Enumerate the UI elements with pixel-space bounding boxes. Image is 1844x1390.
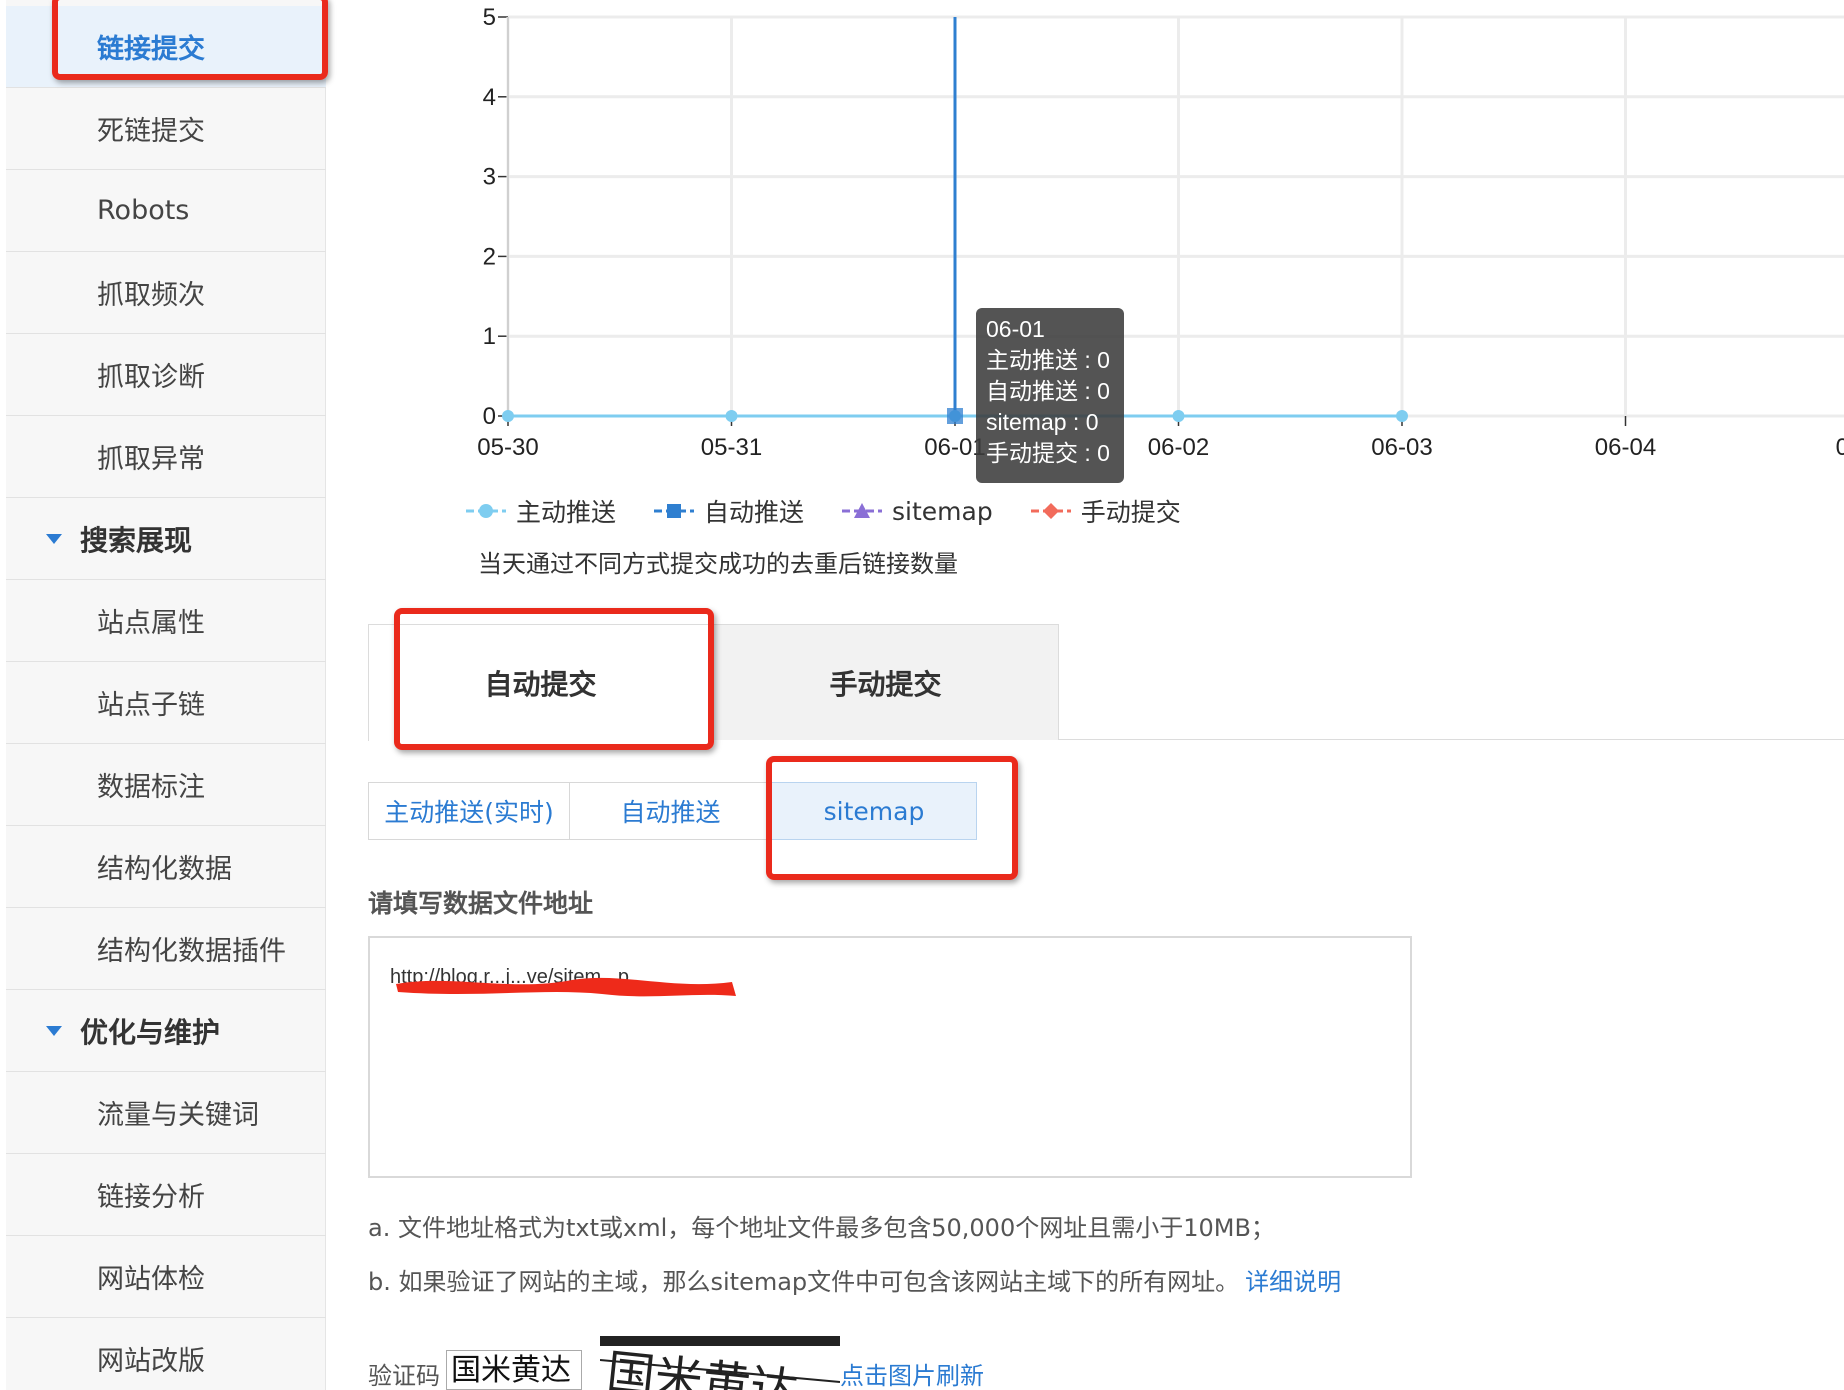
legend-label: 主动推送 bbox=[516, 498, 617, 527]
sitemap-url-label: 请填写数据文件地址 bbox=[368, 889, 594, 918]
y-tick-label: 2 bbox=[483, 243, 496, 270]
legend-item-sitemap[interactable]: sitemap bbox=[842, 497, 993, 526]
sidebar-item-label: 流量与关键词 bbox=[97, 1100, 259, 1131]
x-tick-label: 06 bbox=[1836, 434, 1844, 461]
y-tick-label: 4 bbox=[483, 84, 496, 111]
captcha-input[interactable]: 国米黄达 bbox=[446, 1350, 582, 1390]
x-tick-label: 05-30 bbox=[477, 434, 538, 461]
note-b: b. 如果验证了网站的主域，那么sitemap文件中可包含该网站主域下的所有网址… bbox=[368, 1262, 1341, 1297]
diamond-marker-icon bbox=[1030, 503, 1071, 519]
sidebar-item-traffic-keywords[interactable]: 流量与关键词 bbox=[6, 1072, 326, 1154]
captcha-image[interactable]: 国米黄达 bbox=[600, 1336, 840, 1390]
tooltip-line: 手动提交 : 0 bbox=[986, 440, 1110, 466]
tab-manual-submit[interactable]: 手动提交 bbox=[713, 624, 1059, 740]
chart-legend: 主动推送 自动推送 sitemap 手动提交 bbox=[466, 494, 1219, 528]
y-tick-label: 0 bbox=[483, 403, 496, 430]
y-tick-label: 5 bbox=[483, 4, 496, 31]
sidebar-item-label: 结构化数据插件 bbox=[97, 936, 286, 967]
legend-label: 自动推送 bbox=[704, 498, 805, 527]
triangle-marker-icon bbox=[842, 503, 883, 518]
sidebar-item-site-attributes[interactable]: 站点属性 bbox=[6, 580, 326, 662]
sidebar-item-structured-data-plugin[interactable]: 结构化数据插件 bbox=[6, 908, 326, 990]
tooltip-line: 主动推送 : 0 bbox=[986, 347, 1110, 373]
legend-label: sitemap bbox=[892, 496, 993, 526]
sidebar-item-label: 站点子链 bbox=[97, 690, 205, 721]
note-b-text: b. 如果验证了网站的主域，那么sitemap文件中可包含该网站主域下的所有网址… bbox=[368, 1268, 1240, 1296]
circle-marker-icon bbox=[466, 504, 506, 518]
tab-auto-submit[interactable]: 自动提交 bbox=[368, 624, 713, 741]
x-tick-label: 06-02 bbox=[1148, 434, 1209, 461]
auto-submit-subtabs: 主动推送(实时) 自动推送 sitemap bbox=[368, 782, 977, 840]
sidebar-section-label: 搜索展现 bbox=[80, 523, 193, 557]
data-point bbox=[725, 410, 738, 422]
data-point bbox=[1396, 410, 1408, 422]
triangle-down-icon bbox=[46, 533, 62, 544]
tooltip-line: 自动推送 : 0 bbox=[986, 378, 1110, 404]
sidebar-item-data-annotation[interactable]: 数据标注 bbox=[6, 744, 326, 826]
sidebar-item-label: 结构化数据 bbox=[97, 854, 232, 885]
legend-item-active-push[interactable]: 主动推送 bbox=[466, 493, 616, 529]
line-chart: 0 1 2 3 4 5 05-30 05-31 06-01 06-02 06-03 06-04 06 bbox=[477, 4, 1844, 461]
captcha-refresh-link[interactable]: 点击图片刷新 bbox=[840, 1356, 984, 1390]
subtab-sitemap[interactable]: sitemap bbox=[771, 782, 977, 840]
sidebar-item-label: 数据标注 bbox=[97, 772, 205, 803]
y-tick-label: 3 bbox=[483, 164, 496, 191]
captcha-image-graphic: 国米黄达 bbox=[600, 1346, 840, 1390]
square-marker-icon bbox=[654, 504, 695, 518]
legend-item-manual-submit[interactable]: 手动提交 bbox=[1030, 493, 1181, 529]
data-point bbox=[947, 408, 963, 424]
sidebar-item-label: 链接分析 bbox=[97, 1182, 205, 1213]
captcha-label: 验证码 bbox=[368, 1362, 440, 1390]
subtab-auto-push[interactable]: 自动推送 bbox=[570, 782, 772, 840]
tooltip-line: sitemap : 0 bbox=[986, 409, 1099, 435]
sidebar-item-site-sublinks[interactable]: 站点子链 bbox=[6, 662, 326, 744]
subtab-active-push[interactable]: 主动推送(实时) bbox=[368, 782, 570, 840]
legend-label: 手动提交 bbox=[1080, 498, 1181, 527]
tooltip-date: 06-01 bbox=[986, 316, 1045, 342]
note-a: a. 文件地址格式为txt或xml，每个地址文件最多包含50,000个网址且需小… bbox=[368, 1214, 1275, 1242]
triangle-down-icon bbox=[46, 1025, 62, 1036]
data-point bbox=[1172, 410, 1185, 422]
chart-tooltip: 06-01 主动推送 : 0 自动推送 : 0 sitemap : 0 手动提交… bbox=[976, 308, 1124, 483]
sidebar-section-label: 优化与维护 bbox=[80, 1015, 221, 1049]
chart-caption: 当天通过不同方式提交成功的去重后链接数量 bbox=[478, 550, 958, 578]
sidebar-section-optimization[interactable]: 优化与维护 bbox=[6, 990, 326, 1072]
sidebar-section-search-display[interactable]: 搜索展现 bbox=[6, 498, 326, 580]
sidebar-item-label: 站点属性 bbox=[97, 608, 205, 639]
sidebar-item-site-checkup[interactable]: 网站体检 bbox=[6, 1236, 326, 1318]
x-tick-label: 06-03 bbox=[1371, 434, 1432, 461]
captcha-image-text: 国米黄达 bbox=[604, 1346, 801, 1390]
redaction-scribble bbox=[396, 977, 736, 997]
submission-chart: 0 1 2 3 4 5 05-30 05-31 06-01 06-02 06-03 06-04 06 0… bbox=[0, 0, 1844, 483]
sidebar-item-site-revision[interactable]: 网站改版 bbox=[6, 1318, 326, 1390]
details-link[interactable]: 详细说明 bbox=[1245, 1268, 1341, 1296]
sidebar-item-label: 网站体检 bbox=[97, 1264, 205, 1295]
data-point bbox=[502, 410, 514, 422]
sidebar-item-label: 网站改版 bbox=[97, 1346, 205, 1377]
x-tick-label: 06-04 bbox=[1595, 434, 1656, 461]
sidebar-item-structured-data[interactable]: 结构化数据 bbox=[6, 826, 326, 908]
x-tick-label: 05-31 bbox=[701, 434, 762, 461]
sidebar-item-link-analysis[interactable]: 链接分析 bbox=[6, 1154, 326, 1236]
submit-method-tabs: 自动提交 手动提交 bbox=[368, 624, 1844, 741]
y-tick-label: 1 bbox=[483, 323, 496, 350]
legend-item-auto-push[interactable]: 自动推送 bbox=[654, 493, 804, 529]
